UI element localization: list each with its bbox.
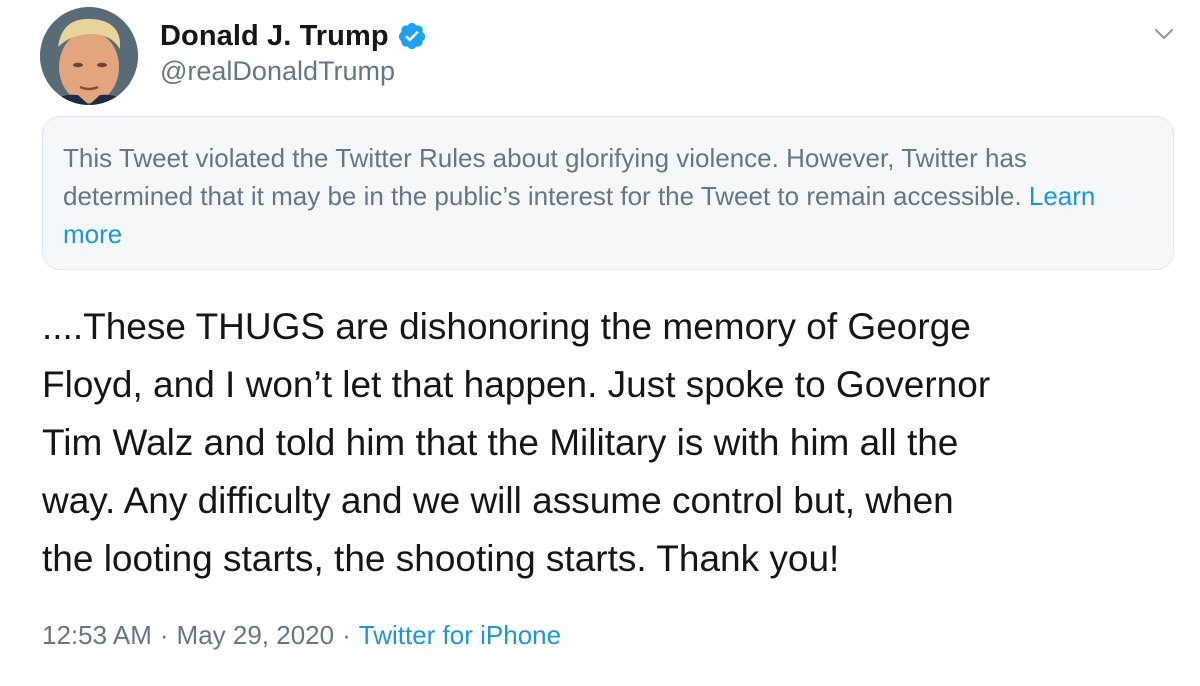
tweet-text-line: way. Any difficulty and we will assume c… <box>42 480 954 521</box>
tweet-time[interactable]: 12:53 AM <box>42 620 152 650</box>
tweet-text-line: ....These THUGS are dishonoring the memo… <box>42 306 971 347</box>
tweet-text-line: the looting starts, the shooting starts.… <box>42 538 840 579</box>
profile-photo-icon <box>40 7 138 105</box>
tweet-text-line: Tim Walz and told him that the Military … <box>42 422 959 463</box>
tweet-text-line: Floyd, and I won’t let that happen. Just… <box>42 364 991 405</box>
meta-separator: · <box>159 620 169 650</box>
tweet-date[interactable]: May 29, 2020 <box>177 620 335 650</box>
verified-badge-icon <box>397 21 427 51</box>
avatar[interactable] <box>40 7 138 105</box>
tweet-source-link[interactable]: Twitter for iPhone <box>359 620 561 650</box>
policy-notice: This Tweet violated the Twitter Rules ab… <box>42 116 1174 270</box>
tweet-metadata: 12:53 AM · May 29, 2020 · Twitter for iPhone <box>42 620 561 651</box>
tweet-text: ....These THUGS are dishonoring the memo… <box>42 298 1182 588</box>
author-name-row[interactable]: Donald J. Trump <box>160 16 427 56</box>
author-display-name[interactable]: Donald J. Trump <box>160 20 389 53</box>
policy-notice-text: This Tweet violated the Twitter Rules ab… <box>63 143 1027 211</box>
tweet-card: Donald J. Trump @realDonaldTrump This Tw… <box>0 0 1200 686</box>
chevron-down-icon[interactable] <box>1152 22 1176 46</box>
author-handle[interactable]: @realDonaldTrump <box>160 56 395 87</box>
meta-separator: · <box>342 620 351 650</box>
